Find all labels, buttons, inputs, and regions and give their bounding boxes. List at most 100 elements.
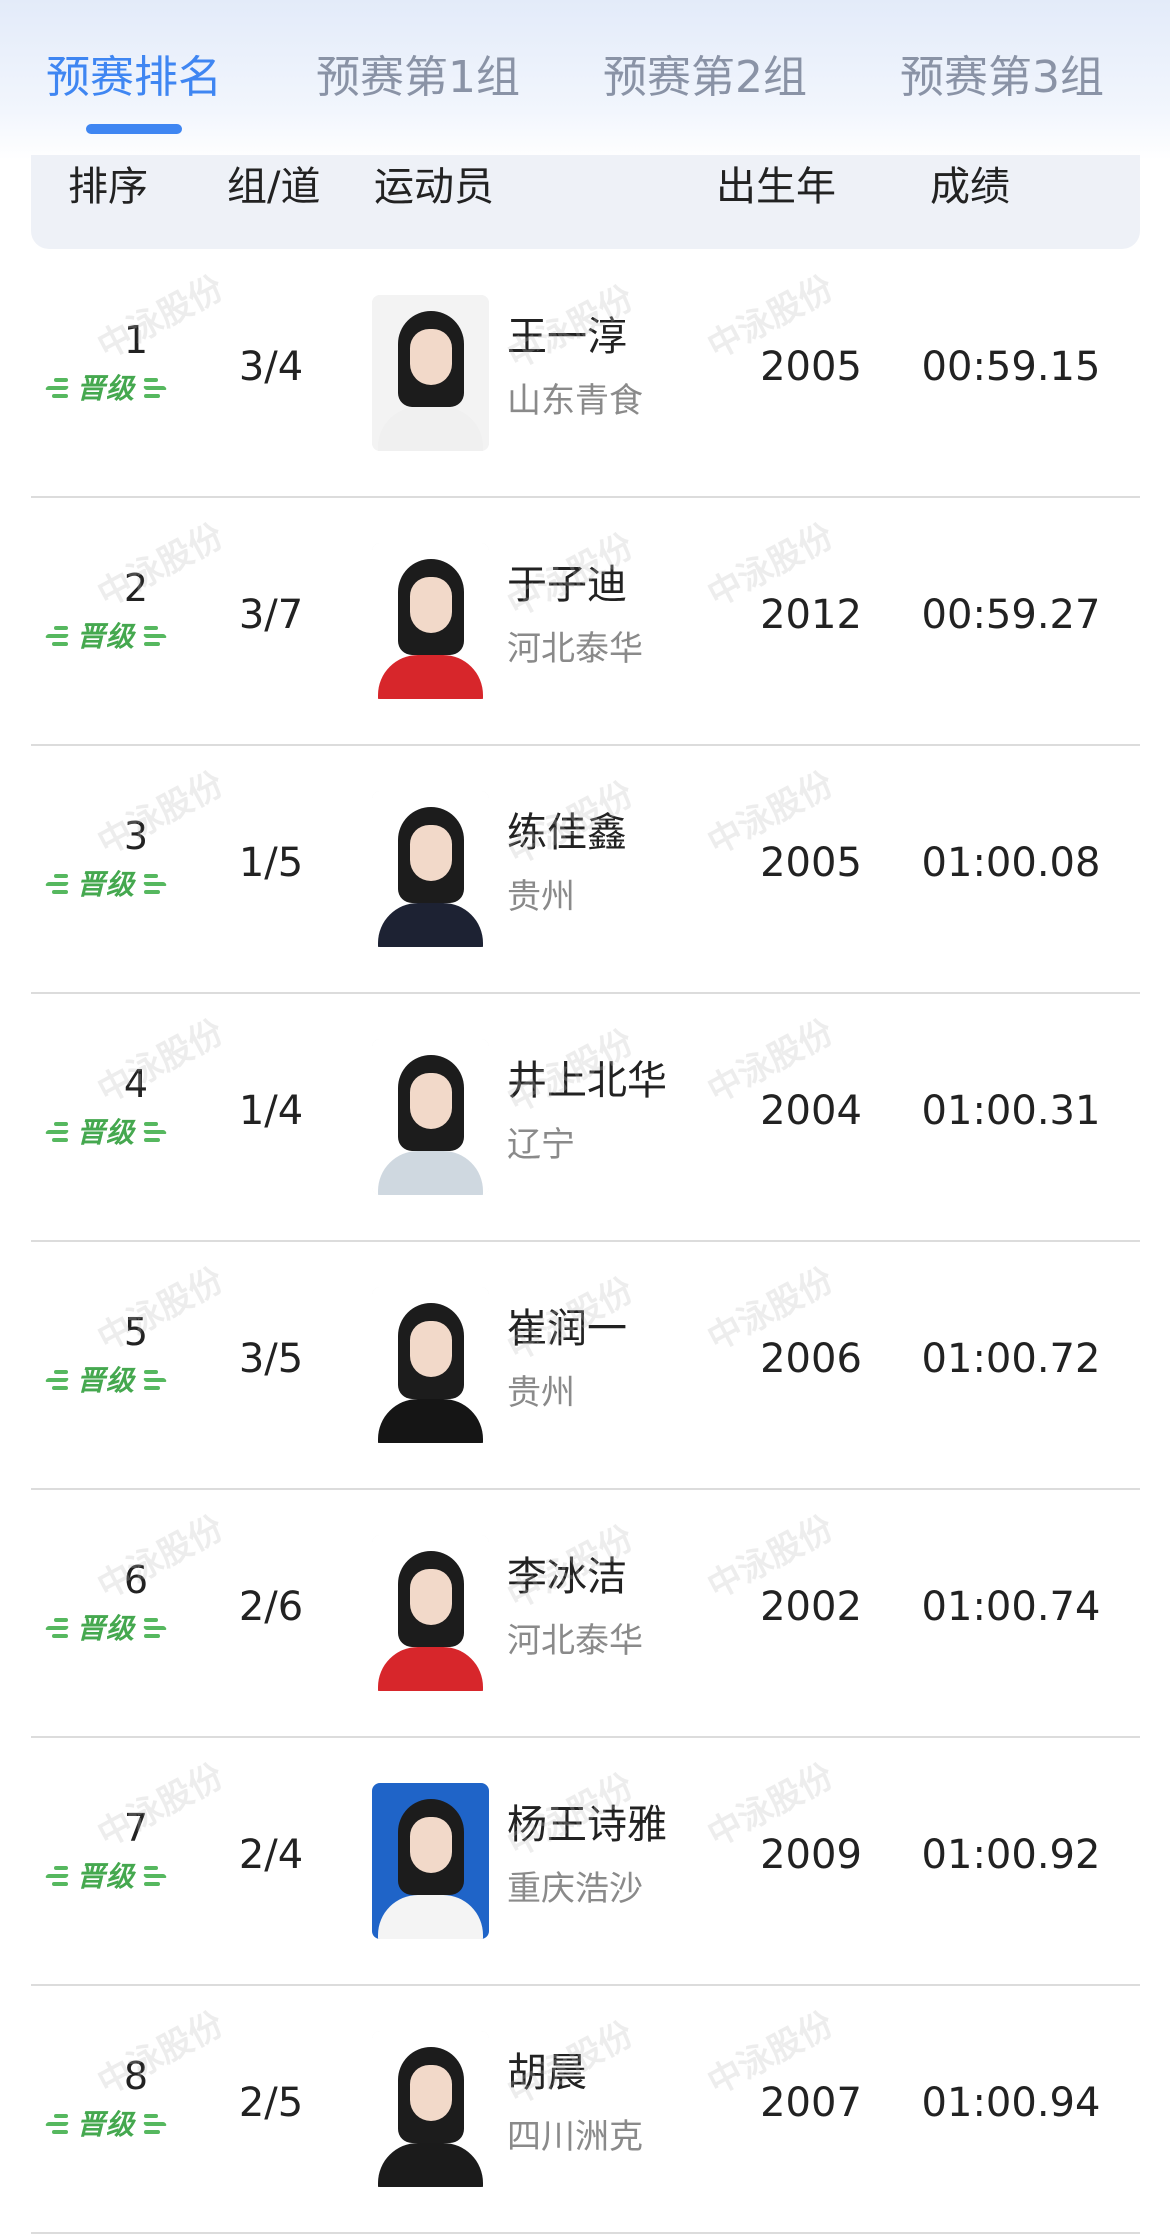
- badge-wing-decoration: [144, 1370, 158, 1374]
- group-lane: 2/6: [238, 1584, 304, 1630]
- photo-face: [410, 825, 452, 881]
- result-time: 00:59.15: [921, 344, 1101, 390]
- table-row[interactable]: 7 晋级 2/4 杨王诗雅 重庆浩沙 2009 01:00.92 中泳股份 中泳…: [31, 1738, 1140, 1986]
- rank-number: 2: [123, 566, 149, 610]
- badge-wing-decoration: [44, 1378, 70, 1382]
- badge-wing-decoration: [142, 634, 168, 638]
- qualified-label: 晋级: [76, 620, 135, 653]
- badge-wing-decoration: [142, 1378, 168, 1382]
- tab-prelim-heat-2[interactable]: 预赛第2组: [603, 48, 807, 108]
- table-row[interactable]: 8 晋级 2/5 胡晨 四川洲克 2007 01:00.94 中泳股份 中泳股份…: [31, 1986, 1140, 2234]
- badge-wing-decoration: [144, 626, 158, 630]
- table-header: 排序 组/道 运动员 出生年 成绩: [31, 155, 1140, 249]
- birth-year: 2007: [760, 2080, 862, 2126]
- table-row[interactable]: 4 晋级 1/4 井上北华 辽宁 2004 01:00.31 中泳股份 中泳股份…: [31, 994, 1140, 1242]
- tab-prelim-ranking[interactable]: 预赛排名: [46, 48, 222, 108]
- badge-wing-decoration: [144, 1634, 160, 1638]
- photo-face: [410, 1073, 452, 1129]
- photo-face: [410, 1817, 452, 1873]
- athlete-photo[interactable]: [372, 1783, 489, 1939]
- group-lane: 3/7: [238, 592, 304, 638]
- badge-wing-decoration: [144, 2114, 158, 2118]
- table-row[interactable]: 6 晋级 2/6 李冰洁 河北泰华 2002 01:00.74 中泳股份 中泳股…: [31, 1490, 1140, 1738]
- result-time: 01:00.31: [921, 1088, 1101, 1134]
- athlete-name[interactable]: 王一淳: [507, 310, 627, 364]
- badge-wing-decoration: [44, 1874, 70, 1878]
- table-row[interactable]: 2 晋级 3/7 于子迪 河北泰华 2012 00:59.27 中泳股份 中泳股…: [31, 498, 1140, 746]
- rank-number: 7: [123, 1806, 149, 1850]
- tab-prelim-heat-1[interactable]: 预赛第1组: [316, 48, 520, 108]
- badge-wing-decoration: [142, 2122, 168, 2126]
- badge-wing-decoration: [54, 378, 68, 382]
- badge-wing-decoration: [144, 890, 160, 894]
- result-time: 00:59.27: [921, 592, 1101, 638]
- badge-wing-decoration: [52, 1882, 68, 1886]
- table-row[interactable]: 3 晋级 1/5 练佳鑫 贵州 2005 01:00.08 中泳股份 中泳股份 …: [31, 746, 1140, 994]
- qualified-badge: 晋级: [44, 1612, 168, 1646]
- badge-wing-decoration: [44, 1130, 70, 1134]
- birth-year: 2004: [760, 1088, 862, 1134]
- badge-wing-decoration: [144, 1882, 160, 1886]
- rank-number: 6: [123, 1558, 149, 1602]
- badge-wing-decoration: [54, 1122, 68, 1126]
- qualified-badge: 晋级: [44, 1860, 168, 1894]
- athlete-name[interactable]: 井上北华: [507, 1054, 667, 1108]
- photo-face: [410, 577, 452, 633]
- athlete-name[interactable]: 李冰洁: [507, 1550, 627, 1604]
- badge-wing-decoration: [52, 890, 68, 894]
- qualified-badge: 晋级: [44, 620, 168, 654]
- header-result: 成绩: [930, 164, 1010, 210]
- tab-prelim-heat-3[interactable]: 预赛第3组: [900, 48, 1104, 108]
- athlete-team: 四川洲克: [507, 2117, 643, 2157]
- birth-year: 2005: [760, 344, 862, 390]
- athlete-photo[interactable]: [372, 295, 489, 451]
- athlete-name[interactable]: 于子迪: [507, 558, 627, 612]
- badge-wing-decoration: [52, 642, 68, 646]
- badge-wing-decoration: [144, 1386, 160, 1390]
- badge-wing-decoration: [54, 1370, 68, 1374]
- tab-bar: 预赛排名 预赛第1组 预赛第2组 预赛第3组: [0, 0, 1170, 150]
- qualified-label: 晋级: [76, 1116, 135, 1149]
- qualified-badge: 晋级: [44, 868, 168, 902]
- athlete-name[interactable]: 练佳鑫: [507, 806, 627, 860]
- badge-wing-decoration: [44, 2122, 70, 2126]
- result-time: 01:00.92: [921, 1832, 1101, 1878]
- badge-wing-decoration: [52, 1138, 68, 1142]
- athlete-name[interactable]: 胡晨: [507, 2046, 587, 2100]
- qualified-badge: 晋级: [44, 1364, 168, 1398]
- result-time: 01:00.74: [921, 1584, 1101, 1630]
- photo-face: [410, 2065, 452, 2121]
- athlete-photo[interactable]: [372, 791, 489, 947]
- athlete-photo[interactable]: [372, 543, 489, 699]
- result-time: 01:00.94: [921, 2080, 1101, 2126]
- badge-wing-decoration: [52, 2130, 68, 2134]
- badge-wing-decoration: [144, 2130, 160, 2134]
- rank-number: 4: [123, 1062, 149, 1106]
- photo-face: [410, 1569, 452, 1625]
- athlete-photo[interactable]: [372, 1535, 489, 1691]
- badge-wing-decoration: [54, 626, 68, 630]
- group-lane: 1/5: [238, 840, 304, 886]
- athlete-team: 辽宁: [507, 1125, 575, 1165]
- athlete-team: 河北泰华: [507, 1621, 643, 1661]
- birth-year: 2002: [760, 1584, 862, 1630]
- athlete-photo[interactable]: [372, 1039, 489, 1195]
- qualified-badge: 晋级: [44, 2108, 168, 2142]
- badge-wing-decoration: [142, 1626, 168, 1630]
- athlete-photo[interactable]: [372, 2031, 489, 2187]
- rank-number: 1: [123, 318, 149, 362]
- athlete-name[interactable]: 杨王诗雅: [507, 1798, 667, 1852]
- group-lane: 2/5: [238, 2080, 304, 2126]
- athlete-photo[interactable]: [372, 1287, 489, 1443]
- rank-number: 8: [123, 2054, 149, 2098]
- badge-wing-decoration: [144, 1866, 158, 1870]
- badge-wing-decoration: [142, 882, 168, 886]
- qualified-badge: 晋级: [44, 372, 168, 406]
- table-row[interactable]: 1 晋级 3/4 王一淳 山东青食 2005 00:59.15 中泳股份 中泳股…: [31, 250, 1140, 498]
- table-row[interactable]: 5 晋级 3/5 崔润一 贵州 2006 01:00.72 中泳股份 中泳股份 …: [31, 1242, 1140, 1490]
- qualified-label: 晋级: [76, 1364, 135, 1397]
- badge-wing-decoration: [144, 378, 158, 382]
- athlete-name[interactable]: 崔润一: [507, 1302, 627, 1356]
- badge-wing-decoration: [142, 386, 168, 390]
- badge-wing-decoration: [44, 882, 70, 886]
